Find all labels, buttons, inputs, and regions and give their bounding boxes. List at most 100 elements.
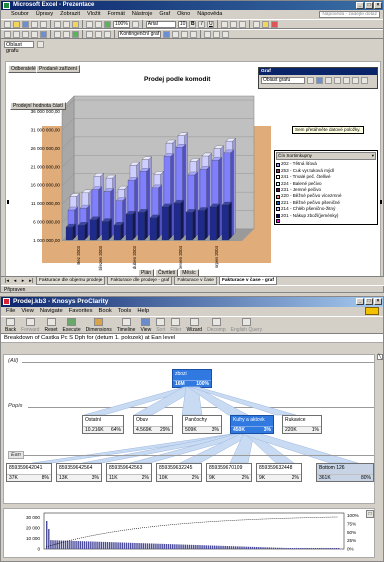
pro-close-button[interactable]: × [374,298,382,305]
wizard-button[interactable]: Wizard [187,318,202,333]
page-field-value[interactable]: Prodané zařízení [36,65,81,73]
tb-icon-j[interactable] [95,30,102,38]
menu-favorites[interactable]: Favorites [69,307,93,316]
copy-icon[interactable] [63,20,70,28]
decomp-button[interactable]: Decomp [207,318,226,333]
legend-field-button[interactable]: Čín Sortimkupny ▾ [276,152,376,161]
selection-handle-right[interactable] [380,200,382,204]
menu-tools[interactable]: Tools [118,307,132,316]
popis-node[interactable]: Pančochy 509K 3% [182,415,222,434]
menu-vlozit[interactable]: Vložit [87,10,100,19]
font-select[interactable]: Arial [145,20,176,28]
tb-icon-i[interactable] [86,30,93,38]
page-field-odberatele[interactable]: Odberatelé [8,65,39,73]
ean-node[interactable]: 859359642041 37K 8% [6,463,52,482]
forward-button[interactable]: Forward [21,318,39,333]
pivot-chart-menu[interactable]: Kontingenční graf [118,30,162,38]
angle-text-icon[interactable] [361,77,368,84]
tb-icon-c[interactable] [22,30,29,38]
tb-icon-a[interactable] [4,30,11,38]
align-right-icon[interactable] [239,20,247,28]
chart-wizard-icon[interactable] [104,20,111,28]
field-settings-icon[interactable] [222,30,230,38]
legend-item[interactable] [276,219,376,224]
tree-corner-icon[interactable]: ╲ [377,354,383,360]
menu-upravy[interactable]: Úpravy [36,10,53,19]
format-object-icon[interactable] [307,77,314,84]
menu-zobrazit[interactable]: Zobrazit [60,10,80,19]
menu-nastroje[interactable]: Nástroje [132,10,152,19]
timeline-button[interactable]: Timeline [117,318,135,333]
popis-node[interactable]: Rukavice 220K 1% [282,415,322,434]
menu-file[interactable]: File [6,307,15,316]
ean-node[interactable]: 859359642564 13K 3% [56,463,102,482]
help-icon[interactable] [131,20,139,28]
tb-icon-e[interactable] [40,30,47,38]
underline-button[interactable]: U [207,20,215,28]
paste-icon[interactable] [72,20,79,28]
cut-icon[interactable] [54,20,61,28]
last-sheet-icon[interactable]: ▸| [28,278,34,284]
pro-maximize-button[interactable]: □ [365,298,373,305]
by-column-icon[interactable] [352,77,359,84]
redo-icon[interactable] [95,20,102,28]
pro-minimize-button[interactable]: _ [356,298,364,305]
ean-node[interactable]: 859359632448 9K 2% [256,463,302,482]
sort-button[interactable]: Sort [156,318,165,333]
filter-button[interactable]: Filter [170,318,182,333]
fx-icon[interactable] [37,40,44,48]
back-button[interactable]: Back [5,318,16,333]
save-icon[interactable] [22,20,29,28]
tb-icon-b[interactable] [13,30,20,38]
tab-fakturace-cas[interactable]: Fakturace v čase [174,277,217,285]
fill-color-icon[interactable] [262,20,270,28]
chart-legend[interactable]: Čín Sortimkupny ▾ 202 - Tětná liťová 253 … [274,150,378,226]
wizard-icon[interactable] [181,30,189,38]
by-row-icon[interactable] [343,77,350,84]
execute-button[interactable]: Execute [63,318,81,333]
tb-icon-d[interactable] [31,30,38,38]
help-search-input[interactable]: Nápověda - zadejte dotaz [319,11,380,18]
pareto-chart[interactable]: 30 000 20 000 10 000 0 100% 75% 50% 25% 0% □ [3,508,375,558]
reset-button[interactable]: Reset [44,318,58,333]
new-icon[interactable] [4,20,11,28]
ean-node[interactable]: 859359642563 11K 2% [106,463,152,482]
first-sheet-icon[interactable]: |◂ [4,278,10,284]
tb-icon-g[interactable] [63,30,70,38]
hide-detail-icon[interactable] [213,30,221,38]
ean-node-bottom-group[interactable]: Bottom 126 361K 80% [316,463,374,482]
dropdown-arrow-icon[interactable]: ▾ [372,153,374,159]
chart-icon[interactable] [172,30,180,38]
close-button[interactable]: × [374,2,382,9]
dimensions-button[interactable]: Dimensions [86,318,112,333]
menu-graf[interactable]: Graf [159,10,170,19]
menu-okno[interactable]: Okno [177,10,190,19]
font-size-select[interactable]: 10 [177,20,188,28]
tab-fakturace-objem[interactable]: Fakturace dle objemu prodeje [36,277,106,285]
legend-icon[interactable] [325,77,332,84]
ean-node[interactable]: 859359670109 9K 2% [206,463,252,482]
prev-sheet-icon[interactable]: ◂ [12,278,18,284]
data-field-button[interactable]: Prodejní hodnota částí [10,102,67,110]
menu-book[interactable]: Book [99,307,112,316]
popis-node[interactable]: Ostatní 10.216K 64% [82,415,124,434]
next-sheet-icon[interactable]: ▸ [20,278,26,284]
tb-icon-h[interactable] [72,30,79,38]
tab-fakturace-cas-graf[interactable]: Fakturace v čase - graf [218,277,277,285]
decomposition-tree[interactable]: (All) zbozi 16M 100% Popis Ostatní 10.21… [3,354,375,504]
align-center-icon[interactable] [230,20,238,28]
font-color-icon[interactable] [271,20,279,28]
chart-object-select[interactable]: Oblast grafu [261,77,305,84]
pareto-toggle-icon[interactable]: □ [366,510,374,518]
menu-soubor[interactable]: Soubor [11,10,29,19]
pivot-chart[interactable]: 36 000 000,00 31 000 000,00 26 000 000,00 2… [5,61,382,279]
view-button[interactable]: View [140,318,151,333]
menu-help[interactable]: Help [137,307,149,316]
refresh-icon[interactable] [190,30,198,38]
preview-icon[interactable] [40,20,47,28]
english-query-button[interactable]: English Query [231,318,262,333]
data-table-icon[interactable] [334,77,341,84]
chart-title[interactable]: Prodej podle komodit [144,76,210,83]
ean-node[interactable]: 859359632245 10K 2% [156,463,202,482]
popis-node[interactable]: Obuv 4.569K 29% [133,415,173,434]
